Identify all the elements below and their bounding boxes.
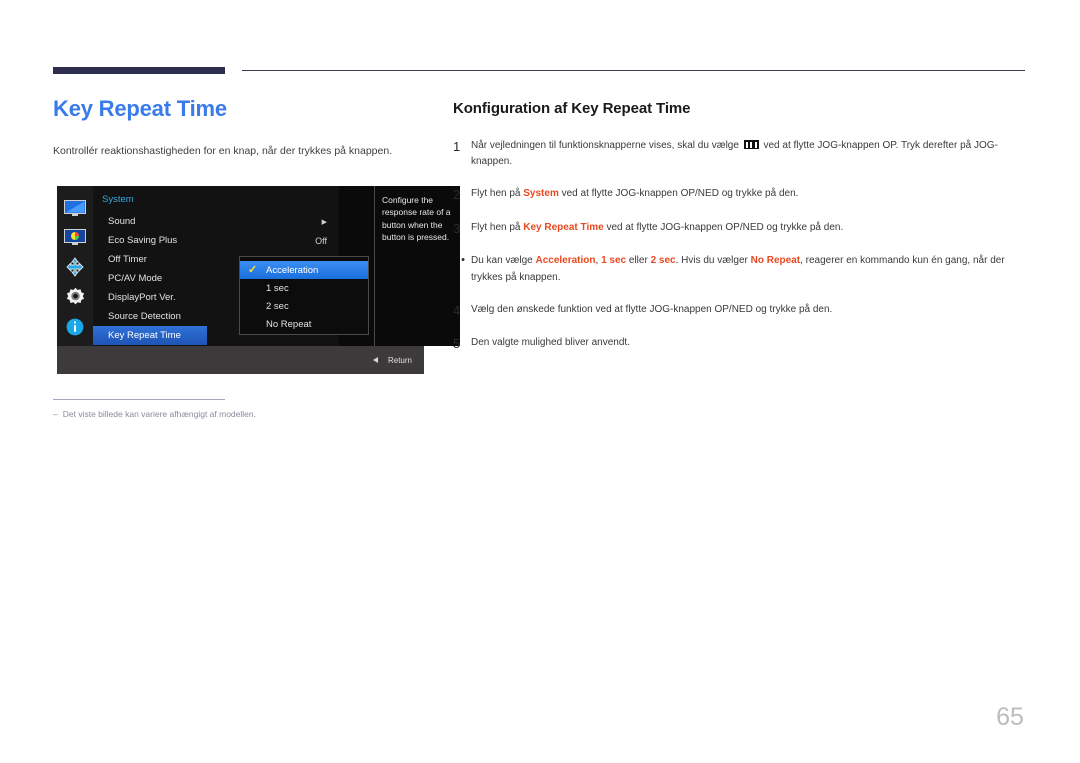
step-text-run: eller xyxy=(626,255,651,267)
osd-return-label: Return xyxy=(387,355,412,365)
osd-row-sound[interactable]: Sound ▶ xyxy=(93,212,339,231)
step-number: 1 xyxy=(453,139,461,154)
osd-sidebar xyxy=(57,186,93,346)
step-text-run: Den valgte mulighed bliver anvendt. xyxy=(471,337,630,349)
osd-submenu-label: Acceleration xyxy=(266,264,319,276)
osd-submenu-label: No Repeat xyxy=(266,318,312,330)
step-text-run: Flyt hen på xyxy=(471,221,524,233)
footnote-rule xyxy=(53,399,225,400)
step-text-run: ved at flytte JOG-knappen OP/NED og tryk… xyxy=(603,221,844,233)
highlighted-term: Key Repeat Time xyxy=(523,221,604,233)
step-text: Flyt hen på System ved at flytte JOG-kna… xyxy=(471,186,1028,204)
onscreen-display-icon xyxy=(62,257,88,278)
back-arrow-icon xyxy=(372,357,378,363)
step-text-run: . Hvis du vælger xyxy=(675,255,751,267)
information-icon xyxy=(62,317,88,338)
page-description: Kontrollér reaktionshastigheden for en k… xyxy=(53,144,393,157)
step-text: Vælg den ønskede funktion ved at flytte … xyxy=(471,302,1028,320)
osd-row-value: Off xyxy=(315,235,327,246)
picture-icon xyxy=(62,228,88,249)
menu-button-icon xyxy=(743,140,759,149)
step-3: 3 Flyt hen på Key Repeat Time ved at flyt… xyxy=(453,220,1028,238)
step-4: 4 Vælg den ønskede funktion ved at flytte… xyxy=(453,302,1028,320)
osd-submenu-item-acceleration[interactable]: ✓ Acceleration xyxy=(240,261,368,279)
osd-row-label: Eco Saving Plus xyxy=(108,235,178,246)
step-5: 5 Den valgte mulighed bliver anvendt. xyxy=(453,335,1028,353)
osd-row-key-repeat-time[interactable]: Key Repeat Time xyxy=(93,326,207,345)
footnote: ‒ Det viste billede kan variere afhængigt… xyxy=(53,409,433,421)
osd-group-label: System xyxy=(102,194,134,205)
highlighted-term: 2 sec xyxy=(650,255,676,267)
step-number: 2 xyxy=(453,187,461,203)
osd-submenu-key-repeat-time: ✓ Acceleration 1 sec 2 sec No Repeat xyxy=(239,256,369,335)
step-number: 4 xyxy=(453,302,461,318)
page-title: Key Repeat Time xyxy=(53,96,227,121)
osd-row-label: Off Timer xyxy=(108,254,147,265)
right-column: Konfiguration af Key Repeat Time 1 Når ve… xyxy=(453,100,1028,369)
osd-row-label: Source Detection xyxy=(108,311,181,322)
highlighted-term: 1 sec xyxy=(601,255,627,267)
osd-menu-illustration: System Sound ▶ Eco Saving Plus Off Off Timer… xyxy=(57,186,460,374)
page-number: 65 xyxy=(996,703,1024,731)
highlighted-term: Acceleration xyxy=(535,255,596,267)
step-text-run: Flyt hen på xyxy=(471,188,524,200)
osd-submenu-item-no-repeat[interactable]: No Repeat xyxy=(240,315,368,333)
steps-list: 1 Når vejledningen til funktionsknapperne… xyxy=(453,138,1028,353)
step-text-run: ved at flytte JOG-knappen OP/NED og tryk… xyxy=(558,188,799,200)
osd-row-eco-saving-plus[interactable]: Eco Saving Plus Off xyxy=(93,231,339,250)
step-number: 5 xyxy=(453,336,461,352)
step-number: 3 xyxy=(453,220,461,236)
manual-page: Key Repeat Time Kontrollér reaktionshast… xyxy=(0,0,1080,763)
osd-submenu-item-2-sec[interactable]: 2 sec xyxy=(240,297,368,315)
highlighted-term: No Repeat xyxy=(750,255,801,267)
step-bullet-marker: • xyxy=(461,254,465,267)
osd-row-label: Key Repeat Time xyxy=(108,330,181,341)
osd-row-label: PC/AV Mode xyxy=(108,273,163,284)
step-text: Når vejledningen til funktionsknapperne … xyxy=(471,138,1028,170)
checkmark-icon: ✓ xyxy=(248,264,258,276)
osd-row-label: DisplayPort Ver. xyxy=(108,292,176,303)
left-column: Key Repeat Time Kontrollér reaktionshast… xyxy=(53,95,433,159)
step-bullet: • Du kan vælge Acceleration, 1 sec eller … xyxy=(453,253,1028,285)
footnote-dash: ‒ xyxy=(53,409,58,419)
osd-submenu-rows: ✓ Acceleration 1 sec 2 sec No Repeat xyxy=(240,261,368,333)
footnote-text: Det viste billede kan variere afhængigt … xyxy=(62,409,256,419)
osd-submenu-label: 1 sec xyxy=(266,282,289,294)
step-1: 1 Når vejledningen til funktionsknapperne… xyxy=(453,138,1028,170)
step-text-run: Når vejledningen til funktionsknapperne … xyxy=(471,140,742,151)
step-text: Flyt hen på Key Repeat Time ved at flytt… xyxy=(471,220,1028,238)
step-text-run: Du kan vælge xyxy=(471,255,536,267)
osd-submenu-item-1-sec[interactable]: 1 sec xyxy=(240,279,368,297)
osd-body: System Sound ▶ Eco Saving Plus Off Off Timer… xyxy=(93,186,460,346)
osd-footer: Return xyxy=(57,346,424,374)
step-text-run: Vælg den ønskede funktion ved at flytte … xyxy=(471,303,833,315)
osd-description-panel: Configure the response rate of a button … xyxy=(374,186,460,346)
osd-row-label: Sound xyxy=(108,216,136,227)
step-2: 2 Flyt hen på System ved at flytte JOG-kn… xyxy=(453,186,1028,204)
system-gear-icon xyxy=(62,287,88,308)
step-text: Du kan vælge Acceleration, 1 sec eller 2… xyxy=(471,253,1028,285)
section-title: Konfiguration af Key Repeat Time xyxy=(453,100,691,117)
osd-submenu-label: 2 sec xyxy=(266,300,289,312)
header-rule-thin xyxy=(242,70,1025,71)
step-text: Den valgte mulighed bliver anvendt. xyxy=(471,335,1028,353)
monitor-icon xyxy=(62,198,88,219)
highlighted-term: System xyxy=(523,188,559,200)
chevron-right-icon: ▶ xyxy=(321,218,327,226)
header-rule-thick xyxy=(53,67,225,74)
